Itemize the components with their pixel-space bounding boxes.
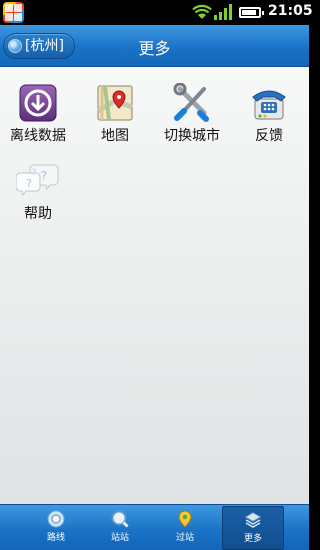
wifi-icon (192, 4, 212, 19)
tile-label: 帮助 (24, 206, 52, 222)
tile-label: 切换城市 (164, 128, 220, 144)
more-icon (244, 512, 262, 528)
nav-pass-station[interactable]: 过站 (154, 506, 216, 550)
status-bar: 21:05 (0, 0, 313, 25)
tile-help[interactable]: ? ? ? 帮助 (0, 163, 76, 223)
download-icon (19, 84, 57, 122)
tools-icon (173, 83, 209, 122)
route-icon (47, 510, 65, 528)
nav-label: 路线 (46, 533, 65, 543)
title-bar: [杭州] 更多 (0, 25, 309, 67)
battery-icon (239, 7, 264, 18)
nav-label: 更多 (243, 534, 262, 544)
nav-label: 过站 (175, 533, 194, 543)
tile-map[interactable]: 地图 (77, 83, 153, 145)
nav-label: 站站 (110, 533, 129, 543)
svg-text:?: ? (41, 169, 47, 183)
tile-label: 反馈 (255, 128, 283, 144)
telephone-icon (252, 90, 286, 120)
help-icon: ? ? ? (16, 164, 59, 197)
battery-level (242, 10, 256, 15)
bottom-nav: 路线 站站 过站 更多 (0, 504, 309, 550)
app-notification-icon (3, 2, 24, 23)
tile-offline-data[interactable]: 离线数据 (0, 83, 76, 145)
svg-text:?: ? (26, 177, 32, 190)
tile-label: 离线数据 (10, 128, 66, 144)
pin-icon (178, 510, 192, 528)
svg-text:?: ? (32, 168, 37, 178)
nav-station[interactable]: 站站 (89, 506, 151, 550)
station-search-icon (111, 510, 129, 528)
map-icon (96, 85, 133, 121)
tile-label: 地图 (101, 128, 129, 144)
page-title: 更多 (138, 39, 171, 58)
more-menu-grid: 离线数据 地图 切换城市 反馈 ? ? ? 帮助 (0, 67, 309, 504)
tile-switch-city[interactable]: 切换城市 (154, 83, 230, 145)
nav-more[interactable]: 更多 (222, 506, 284, 550)
tile-feedback[interactable]: 反馈 (231, 83, 307, 145)
signal-icon (214, 4, 232, 20)
nav-route[interactable]: 路线 (25, 506, 87, 550)
clock: 21:05 (268, 3, 313, 19)
